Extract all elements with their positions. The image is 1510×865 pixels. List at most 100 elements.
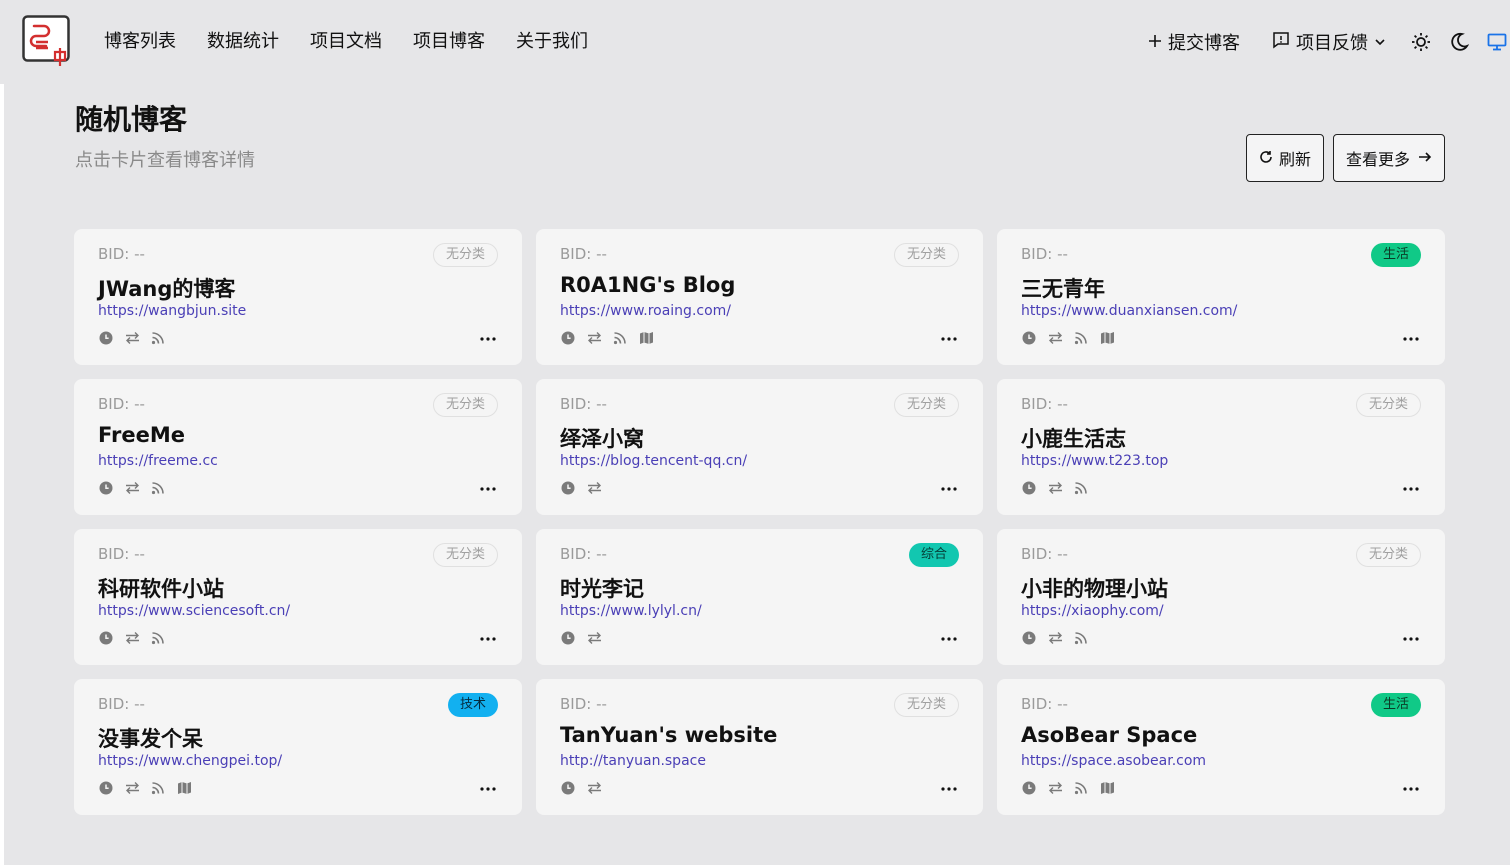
blog-card[interactable]: BID: -- 无分类 JWang的博客 https://wangbjun.site [74, 229, 522, 365]
nav-docs[interactable]: 项目文档 [310, 26, 382, 58]
blog-card[interactable]: BID: -- 无分类 科研软件小站 https://www.sciencesoft.… [74, 529, 522, 665]
blog-url-link[interactable]: https://www.duanxiansen.com/ [1021, 303, 1237, 319]
feature-icons [560, 630, 602, 646]
category-badge: 无分类 [1355, 543, 1421, 567]
blog-id-label: BID: -- [1021, 545, 1068, 563]
blog-card[interactable]: BID: -- 无分类 TanYuan's website http://tanyua… [536, 679, 983, 815]
blog-card[interactable]: BID: -- 无分类 小非的物理小站 https://xiaophy.com/ [997, 529, 1445, 665]
exchange-icon [1047, 480, 1063, 496]
submit-blog-button[interactable]: 提交博客 [1148, 29, 1240, 55]
feature-icons [560, 480, 602, 496]
rss-icon [150, 330, 166, 346]
blog-url-link[interactable]: http://tanyuan.space [560, 753, 706, 769]
clock-icon [98, 480, 114, 496]
more-options-icon[interactable] [1401, 629, 1421, 649]
sun-icon[interactable] [1410, 31, 1432, 53]
category-badge: 技术 [447, 693, 498, 717]
blog-url-link[interactable]: https://www.chengpei.top/ [98, 753, 282, 769]
more-options-icon[interactable] [478, 629, 498, 649]
refresh-button[interactable]: 刷新 [1246, 134, 1324, 182]
clock-icon [560, 780, 576, 796]
blog-title: 没事发个呆 [98, 727, 203, 751]
blog-id-label: BID: -- [560, 245, 607, 263]
blog-title: TanYuan's website [560, 723, 778, 747]
blog-card[interactable]: BID: -- 无分类 绎泽小窝 https://blog.tencent-qq.cn… [536, 379, 983, 515]
category-badge: 无分类 [893, 243, 959, 267]
category-badge: 综合 [908, 543, 959, 567]
site-logo[interactable] [22, 15, 70, 67]
page-subtitle: 点击卡片查看博客详情 [75, 150, 255, 171]
exchange-icon [586, 480, 602, 496]
more-options-icon[interactable] [1401, 479, 1421, 499]
blog-title: AsoBear Space [1021, 723, 1198, 747]
refresh-icon [1259, 149, 1273, 168]
clock-icon [560, 330, 576, 346]
feature-icons [1021, 630, 1089, 646]
exchange-icon [124, 630, 140, 646]
nav-stats[interactable]: 数据统计 [207, 26, 279, 58]
blog-title: 小鹿生活志 [1021, 427, 1126, 451]
blog-url-link[interactable]: https://freeme.cc [98, 453, 218, 469]
clock-icon [560, 630, 576, 646]
map-icon [1099, 330, 1115, 346]
blog-id-label: BID: -- [1021, 695, 1068, 713]
blog-url-link[interactable]: https://blog.tencent-qq.cn/ [560, 453, 747, 469]
chevron-down-icon [1374, 32, 1386, 53]
feature-icons [98, 480, 166, 496]
clock-icon [1021, 330, 1037, 346]
blog-card[interactable]: BID: -- 无分类 小鹿生活志 https://www.t223.top [997, 379, 1445, 515]
view-more-button[interactable]: 查看更多 [1333, 134, 1445, 182]
blog-url-link[interactable]: https://wangbjun.site [98, 303, 246, 319]
blog-card[interactable]: BID: -- 综合 时光李记 https://www.lylyl.cn/ [536, 529, 983, 665]
map-icon [1099, 780, 1115, 796]
blog-id-label: BID: -- [560, 695, 607, 713]
more-options-icon[interactable] [478, 479, 498, 499]
plus-icon [1148, 32, 1162, 53]
more-options-icon[interactable] [939, 629, 959, 649]
more-options-icon[interactable] [1401, 779, 1421, 799]
blog-card[interactable]: BID: -- 无分类 FreeMe https://freeme.cc [74, 379, 522, 515]
more-options-icon[interactable] [939, 779, 959, 799]
nav-project-blog[interactable]: 项目博客 [413, 26, 485, 58]
blog-id-label: BID: -- [1021, 395, 1068, 413]
blog-url-link[interactable]: https://www.sciencesoft.cn/ [98, 603, 290, 619]
feedback-label: 项目反馈 [1296, 33, 1368, 54]
clock-icon [560, 480, 576, 496]
more-options-icon[interactable] [478, 779, 498, 799]
feature-icons [1021, 780, 1115, 796]
feature-icons [560, 330, 654, 346]
more-options-icon[interactable] [478, 329, 498, 349]
blog-card[interactable]: BID: -- 技术 没事发个呆 https://www.chengpei.top/ [74, 679, 522, 815]
clock-icon [1021, 780, 1037, 796]
rss-icon [1073, 630, 1089, 646]
nav-blog-list[interactable]: 博客列表 [104, 26, 176, 58]
blog-url-link[interactable]: https://www.lylyl.cn/ [560, 603, 702, 619]
more-options-icon[interactable] [1401, 329, 1421, 349]
blog-id-label: BID: -- [560, 395, 607, 413]
blog-url-link[interactable]: https://space.asobear.com [1021, 753, 1206, 769]
blog-url-link[interactable]: https://www.roaing.com/ [560, 303, 731, 319]
header-actions: 提交博客 项目反馈 [1148, 26, 1510, 58]
blog-url-link[interactable]: https://www.t223.top [1021, 453, 1168, 469]
blog-url-link[interactable]: https://xiaophy.com/ [1021, 603, 1164, 619]
rss-icon [150, 480, 166, 496]
left-edge [0, 84, 4, 865]
blog-card[interactable]: BID: -- 生活 三无青年 https://www.duanxiansen.com… [997, 229, 1445, 365]
blog-id-label: BID: -- [1021, 245, 1068, 263]
moon-icon[interactable] [1448, 31, 1470, 53]
exchange-icon [586, 630, 602, 646]
clock-icon [1021, 480, 1037, 496]
feedback-dropdown[interactable]: 项目反馈 [1272, 29, 1386, 55]
blog-title: FreeMe [98, 423, 185, 447]
nav-about[interactable]: 关于我们 [516, 26, 588, 58]
blog-card[interactable]: BID: -- 无分类 R0A1NG's Blog https://www.roain… [536, 229, 983, 365]
blog-card[interactable]: BID: -- 生活 AsoBear Space https://space.asob… [997, 679, 1445, 815]
blog-title: 绎泽小窝 [560, 427, 644, 451]
more-options-icon[interactable] [939, 479, 959, 499]
blog-title: 科研软件小站 [98, 577, 224, 601]
monitor-icon[interactable] [1486, 31, 1508, 53]
map-icon [176, 780, 192, 796]
page-title: 随机博客 [75, 103, 188, 136]
feature-icons [560, 780, 602, 796]
more-options-icon[interactable] [939, 329, 959, 349]
